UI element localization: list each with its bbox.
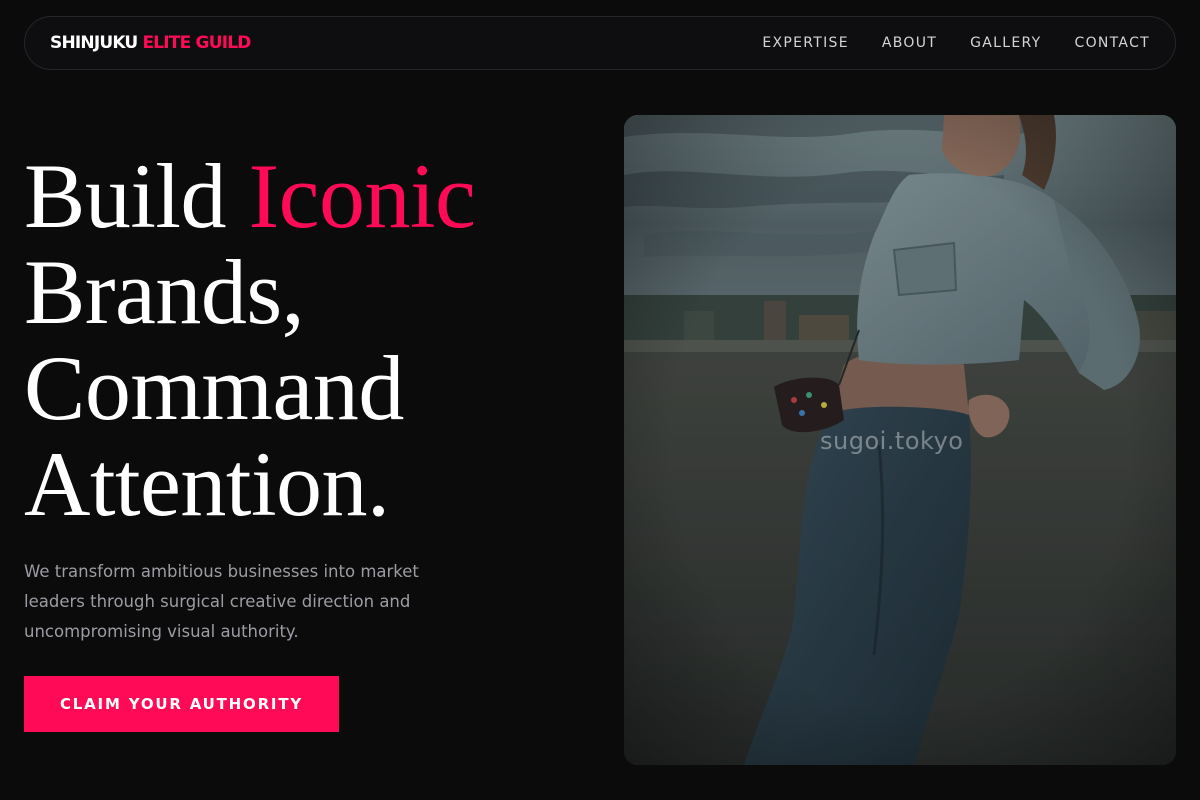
headline-line-1: Build Iconic <box>24 145 476 247</box>
nav-link-gallery[interactable]: GALLERY <box>970 35 1041 51</box>
headline-word-build: Build <box>24 145 226 247</box>
nav-link-expertise[interactable]: EXPERTISE <box>762 35 849 51</box>
nav-menu: EXPERTISE ABOUT GALLERY CONTACT <box>762 35 1150 51</box>
hero-headline: Build Iconic Brands, Command Attention. <box>24 145 476 535</box>
headline-line-2: Brands, <box>24 241 305 343</box>
nav-link-about[interactable]: ABOUT <box>882 35 937 51</box>
site-logo[interactable]: SHINJUKU ELITE GUILD <box>50 33 251 53</box>
headline-line-3: Command <box>24 337 404 439</box>
image-watermark: sugoi.tokyo <box>820 427 964 455</box>
headline-word-iconic: Iconic <box>248 145 476 247</box>
headline-line-4: Attention. <box>24 433 390 535</box>
top-navbar: SHINJUKU ELITE GUILD EXPERTISE ABOUT GAL… <box>24 16 1176 70</box>
claim-authority-button[interactable]: CLAIM YOUR AUTHORITY <box>24 676 339 732</box>
hero-subtext: We transform ambitious businesses into m… <box>24 562 419 641</box>
nav-link-contact[interactable]: CONTACT <box>1075 35 1151 51</box>
logo-text-primary: SHINJUKU <box>50 33 138 53</box>
logo-text-accent: ELITE GUILD <box>142 33 251 53</box>
hero-photo: sugoi.tokyo <box>624 115 1176 765</box>
